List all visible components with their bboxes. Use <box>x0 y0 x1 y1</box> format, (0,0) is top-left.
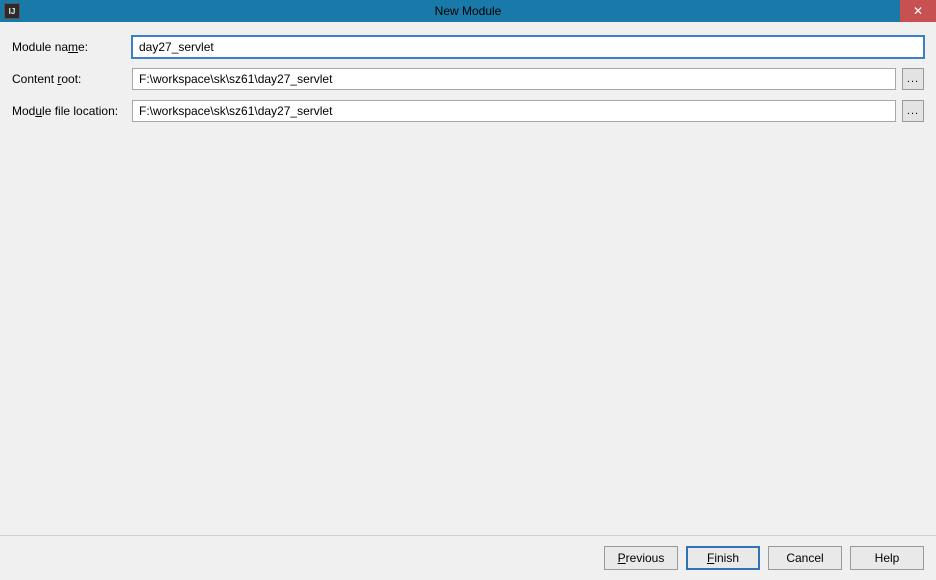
content-root-row: Content root: ... <box>12 68 924 90</box>
module-file-location-input[interactable] <box>132 100 896 122</box>
close-button[interactable]: ✕ <box>900 0 936 22</box>
content-area: Module name: Content root: ... Module fi… <box>0 22 936 535</box>
content-root-label: Content root: <box>12 72 132 86</box>
close-icon: ✕ <box>913 4 923 18</box>
content-root-browse-button[interactable]: ... <box>902 68 924 90</box>
help-button[interactable]: Help <box>850 546 924 570</box>
module-file-location-label: Module file location: <box>12 104 132 118</box>
module-name-row: Module name: <box>12 36 924 58</box>
module-file-location-browse-button[interactable]: ... <box>902 100 924 122</box>
module-name-input[interactable] <box>132 36 924 58</box>
app-icon: IJ <box>4 3 20 19</box>
previous-button[interactable]: Previous <box>604 546 678 570</box>
footer: Previous Finish Cancel Help <box>0 535 936 580</box>
titlebar: IJ New Module ✕ <box>0 0 936 22</box>
finish-button[interactable]: Finish <box>686 546 760 570</box>
content-root-input[interactable] <box>132 68 896 90</box>
module-file-location-row: Module file location: ... <box>12 100 924 122</box>
module-name-label: Module name: <box>12 40 132 54</box>
cancel-button[interactable]: Cancel <box>768 546 842 570</box>
window-title: New Module <box>435 4 502 18</box>
content-spacer <box>12 132 924 521</box>
